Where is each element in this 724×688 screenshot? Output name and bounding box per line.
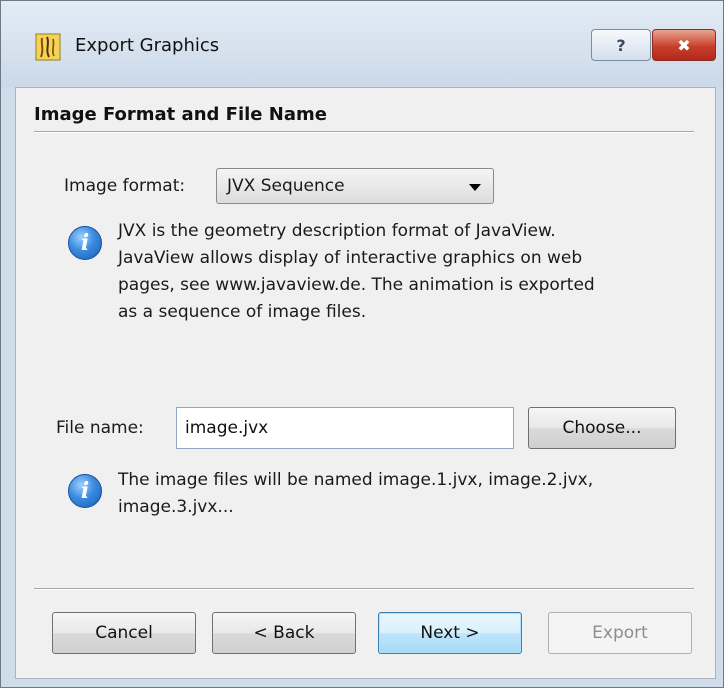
back-button[interactable]: < Back — [212, 612, 356, 654]
choose-button[interactable]: Choose... — [528, 407, 676, 449]
export-button: Export — [548, 612, 692, 654]
chevron-down-icon — [469, 184, 481, 191]
file-name-label: File name: — [56, 418, 144, 438]
footer-divider — [34, 588, 694, 590]
help-icon: ? — [616, 35, 626, 55]
format-info-line: pages, see www.javaview.de. The animatio… — [118, 275, 595, 295]
next-button[interactable]: Next > — [378, 612, 522, 654]
image-format-label: Image format: — [64, 176, 186, 196]
format-info-text: JVX is the geometry description format o… — [118, 218, 595, 326]
format-info-line: JavaView allows display of interactive g… — [118, 248, 583, 268]
close-icon: ✖ — [677, 35, 691, 55]
title-bar[interactable]: Export Graphics ? ✖ — [1, 1, 723, 87]
file-name-input[interactable] — [176, 407, 514, 449]
cancel-button[interactable]: Cancel — [52, 612, 196, 654]
file-info-text: The image files will be named image.1.jv… — [118, 467, 593, 521]
info-icon: i — [68, 474, 102, 508]
info-icon: i — [68, 226, 102, 260]
close-button[interactable]: ✖ — [652, 29, 716, 61]
window-title: Export Graphics — [75, 35, 220, 56]
file-info-line: The image files will be named image.1.jv… — [118, 470, 594, 490]
heading-divider — [34, 131, 694, 133]
page-title: Image Format and File Name — [34, 104, 327, 125]
file-info-line: image.3.jvx... — [118, 497, 234, 517]
format-info-line: as a sequence of image files. — [118, 302, 367, 322]
image-format-value: JVX Sequence — [227, 176, 345, 196]
javaview-app-icon — [35, 33, 61, 61]
image-format-select[interactable]: JVX Sequence — [216, 168, 494, 204]
help-button[interactable]: ? — [591, 29, 651, 61]
format-info-line: JVX is the geometry description format o… — [118, 221, 556, 241]
